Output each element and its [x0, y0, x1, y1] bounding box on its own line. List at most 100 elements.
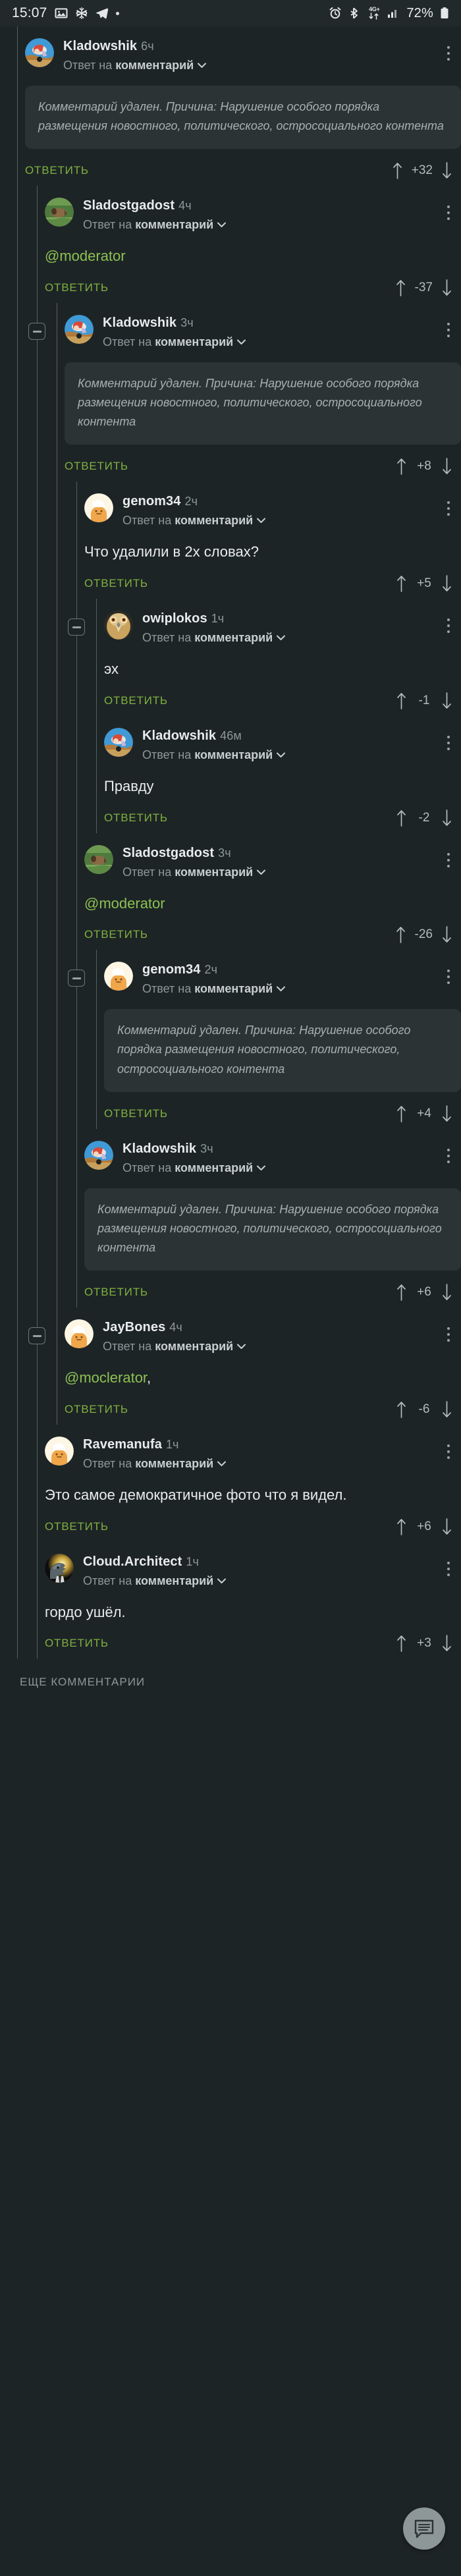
- vote-controls: -6: [396, 1400, 461, 1418]
- reply-button[interactable]: ОТВЕТИТЬ: [65, 1403, 128, 1416]
- downvote-button[interactable]: [442, 1105, 452, 1122]
- upvote-button[interactable]: [396, 1284, 406, 1302]
- thread-line: [17, 1307, 18, 1425]
- upvote-button[interactable]: [396, 1105, 406, 1122]
- comment-author[interactable]: Sladostgadost 4ч: [83, 198, 461, 213]
- avatar[interactable]: [45, 1553, 74, 1583]
- comment-actions: ОТВЕТИТЬ -2: [104, 809, 461, 829]
- comment-author[interactable]: Kladowshik 3ч: [103, 315, 461, 331]
- upvote-button[interactable]: [396, 809, 406, 827]
- avatar[interactable]: [104, 962, 133, 991]
- reply-to-link[interactable]: Ответ на комментарий: [122, 1161, 461, 1175]
- reply-button[interactable]: ОТВЕТИТЬ: [45, 281, 109, 294]
- reply-button[interactable]: ОТВЕТИТЬ: [45, 1520, 109, 1533]
- avatar[interactable]: [65, 315, 94, 344]
- reply-to-link[interactable]: Ответ на комментарий: [63, 59, 461, 72]
- reply-to-link[interactable]: Ответ на комментарий: [83, 218, 461, 232]
- downvote-button[interactable]: [442, 809, 452, 827]
- upvote-button[interactable]: [396, 279, 406, 296]
- comment-author[interactable]: Kladowshik 3ч: [122, 1141, 461, 1157]
- collapse-thread-button[interactable]: [28, 1327, 45, 1345]
- downvote-button[interactable]: [442, 279, 452, 296]
- downvote-button[interactable]: [442, 692, 452, 709]
- reply-to-link[interactable]: Ответ на комментарий: [83, 1574, 461, 1588]
- avatar[interactable]: [104, 611, 133, 640]
- downvote-button[interactable]: [442, 162, 452, 179]
- downvote-button[interactable]: [442, 926, 452, 943]
- comment-mention[interactable]: @moclerator,: [65, 1368, 461, 1388]
- battery-percent: 72%: [406, 5, 433, 20]
- comment-author[interactable]: Ravemanufa 1ч: [83, 1437, 461, 1452]
- more-comments-button[interactable]: ЕЩЕ КОММЕНТАРИИ: [0, 1658, 461, 1689]
- upvote-button[interactable]: [396, 458, 406, 476]
- avatar[interactable]: [65, 1319, 94, 1349]
- upvote-button[interactable]: [396, 1401, 406, 1418]
- reply-button[interactable]: ОТВЕТИТЬ: [84, 1286, 148, 1299]
- more-options-icon[interactable]: [447, 852, 450, 867]
- avatar[interactable]: [84, 1140, 113, 1170]
- minus-icon: [72, 626, 81, 628]
- avatar[interactable]: [104, 727, 133, 757]
- upvote-button[interactable]: [396, 926, 406, 944]
- avatar[interactable]: [84, 844, 113, 874]
- more-options-icon[interactable]: [447, 735, 450, 750]
- upvote-button[interactable]: [396, 575, 406, 593]
- downvote-button[interactable]: [442, 575, 452, 592]
- more-options-icon[interactable]: [447, 323, 450, 337]
- more-options-icon[interactable]: [447, 1148, 450, 1163]
- reply-button[interactable]: ОТВЕТИТЬ: [25, 164, 89, 177]
- avatar[interactable]: [45, 1436, 74, 1466]
- more-options-icon[interactable]: [447, 1561, 450, 1576]
- more-options-icon[interactable]: [447, 46, 450, 61]
- reply-to-link[interactable]: Ответ на комментарий: [122, 865, 461, 879]
- reply-button[interactable]: ОТВЕТИТЬ: [45, 1637, 109, 1650]
- comment-mention[interactable]: @moderator: [84, 894, 461, 914]
- reply-button[interactable]: ОТВЕТИТЬ: [104, 1107, 168, 1120]
- reply-to-link[interactable]: Ответ на комментарий: [142, 748, 461, 762]
- downvote-button[interactable]: [442, 1284, 452, 1301]
- downvote-button[interactable]: [442, 458, 452, 475]
- downvote-icon: [443, 575, 451, 592]
- reply-to-link[interactable]: Ответ на комментарий: [142, 631, 461, 645]
- more-options-icon[interactable]: [447, 1444, 450, 1459]
- comment: Kladowshik 3ч Ответ на комментарий Коммента…: [0, 303, 461, 482]
- collapse-thread-button[interactable]: [28, 323, 45, 340]
- comments-fab-button[interactable]: [403, 2507, 445, 2550]
- collapse-thread-button[interactable]: [68, 618, 85, 636]
- upvote-button[interactable]: [396, 1635, 406, 1653]
- comment-author[interactable]: genom34 2ч: [122, 494, 461, 509]
- upvote-button[interactable]: [393, 162, 402, 180]
- reply-button[interactable]: ОТВЕТИТЬ: [104, 694, 168, 707]
- reply-button[interactable]: ОТВЕТИТЬ: [84, 928, 148, 941]
- comment-author[interactable]: Kladowshik 6ч: [63, 39, 461, 54]
- avatar[interactable]: [25, 38, 54, 67]
- collapse-thread-button[interactable]: [68, 970, 85, 987]
- comment-author[interactable]: Cloud.Architect 1ч: [83, 1554, 461, 1570]
- more-options-icon[interactable]: [447, 970, 450, 985]
- upvote-button[interactable]: [396, 692, 406, 709]
- reply-button[interactable]: ОТВЕТИТЬ: [65, 460, 128, 473]
- reply-to-link[interactable]: Ответ на комментарий: [142, 982, 461, 996]
- downvote-button[interactable]: [442, 1400, 452, 1418]
- comment-author[interactable]: JayBones 4ч: [103, 1320, 461, 1335]
- reply-to-link[interactable]: Ответ на комментарий: [122, 514, 461, 528]
- more-options-icon[interactable]: [447, 1327, 450, 1342]
- downvote-button[interactable]: [442, 1518, 452, 1535]
- more-options-icon[interactable]: [447, 618, 450, 634]
- reply-button[interactable]: ОТВЕТИТЬ: [104, 811, 168, 825]
- comment-mention[interactable]: @moderator: [45, 246, 461, 266]
- avatar[interactable]: [84, 493, 113, 523]
- reply-to-link[interactable]: Ответ на комментарий: [103, 1340, 461, 1354]
- comment-author[interactable]: Sladostgadost 3ч: [122, 846, 461, 861]
- comment-author[interactable]: Kladowshik 46м: [142, 728, 461, 744]
- reply-to-link[interactable]: Ответ на комментарий: [83, 1457, 461, 1471]
- comment-author[interactable]: genom34 2ч: [142, 962, 461, 977]
- reply-to-link[interactable]: Ответ на комментарий: [103, 335, 461, 349]
- more-options-icon[interactable]: [447, 206, 450, 221]
- downvote-button[interactable]: [442, 1635, 452, 1652]
- more-options-icon[interactable]: [447, 501, 450, 516]
- avatar[interactable]: [45, 198, 74, 227]
- upvote-button[interactable]: [396, 1518, 406, 1535]
- reply-button[interactable]: ОТВЕТИТЬ: [84, 577, 148, 590]
- comment-author[interactable]: owiplokos 1ч: [142, 611, 461, 626]
